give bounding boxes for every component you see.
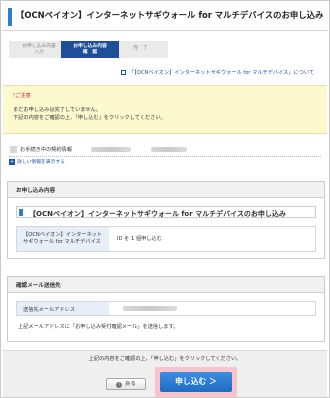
confirmation-mail-panel: 確認メール送信先 送信先メールアドレス 上記メールアドレスに「お申し込み受付確認… [7, 276, 325, 342]
application-details-panel: お申し込み内容 【OCNベイオン】インターネットサギウォール for マルチデバ… [7, 181, 325, 259]
plus-icon: + [9, 159, 15, 165]
email-row-key: 送信先メールアドレス [17, 302, 109, 315]
confirmation-section-title: 確認メール送信先 [8, 277, 324, 293]
title-accent-bar [8, 8, 12, 26]
notice-line1: まだお申し込みは完了していません。 [13, 107, 101, 113]
step-confirm: お申し込み内容 確 認 [61, 41, 119, 58]
window-icon [121, 69, 126, 75]
title-accent-bar [19, 209, 23, 216]
email-row: 送信先メールアドレス [16, 301, 316, 316]
redacted-value [91, 147, 131, 152]
service-info-link[interactable]: 「【OCNベイオン】インターネットサギウォール for マルチデバイス」について [121, 69, 325, 76]
footer-message: 上記の内容をご確認の上、「申し込む」をクリックしてください。 [88, 356, 242, 362]
page-title: 【OCNベイオン】インターネットサギウォール for マルチデバイスのお申し込み [16, 10, 324, 20]
back-button-label: 戻る [125, 381, 136, 387]
user-icon [10, 146, 17, 153]
product-title-text: 【OCNベイオン】インターネットサギウォール for マルチデバイスのお申し込み [29, 209, 286, 218]
contract-info-row: お手続き中の契約情報 [9, 143, 321, 157]
back-button[interactable]: ‹ 戻る [106, 378, 146, 390]
product-row-value: ID を 1 個申し込む [117, 236, 162, 242]
notice-heading: !ご注意 [13, 93, 31, 99]
product-row-key-line2: サギウォール for マルチデバイス [23, 239, 101, 245]
contract-info-label: お手続き中の契約情報 [20, 147, 72, 153]
product-row: 【OCNベイオン】インターネット サギウォール for マルチデバイス ID を… [16, 226, 316, 252]
progress-steps: お申し込み内容 入力 完 了 お申し込み内容 確 認 [9, 41, 169, 58]
page-header: 【OCNベイオン】インターネットサギウォール for マルチデバイスのお申し込み [2, 2, 328, 31]
notice-line2: 下記の内容をご確認の上、「申し込む」をクリックしてください。 [13, 115, 166, 121]
show-details-label[interactable]: 詳しい情報を表示する [17, 160, 65, 165]
footer-actions: 上記の内容をご確認の上、「申し込む」をクリックしてください。 ‹ 戻る 申し込む … [3, 350, 327, 397]
step-confirm-line2: 確 認 [82, 49, 98, 55]
show-details-link[interactable]: + 詳しい情報を表示する [9, 158, 65, 165]
notice-box: !ご注意 まだお申し込みは完了していません。 下記の内容をご確認の上、「申し込む… [3, 85, 327, 134]
step-complete-label: 完 了 [133, 46, 148, 51]
email-note: 上記メールアドレスに「お申し込み受付確認メール」を送信します。 [18, 324, 179, 330]
step-input-line2: 入力 [34, 49, 44, 55]
application-page: 【OCNベイオン】インターネットサギウォール for マルチデバイスのお申し込み… [0, 0, 330, 398]
redacted-value [151, 147, 187, 152]
product-title: 【OCNベイオン】インターネットサギウォール for マルチデバイスのお申し込み [16, 206, 316, 218]
service-info-link-text[interactable]: 「【OCNベイオン】インターネットサギウォール for マルチデバイス」について [129, 70, 314, 76]
application-section-title: お申し込み内容 [8, 182, 324, 198]
apply-button-highlight: 申し込む ＞ [155, 367, 237, 397]
step-input: お申し込み内容 入力 [9, 41, 69, 58]
redacted-email [123, 306, 177, 311]
product-row-key-line1: 【OCNベイオン】インターネット [23, 232, 103, 238]
chevron-left-icon: ‹ [116, 382, 123, 388]
apply-button[interactable]: 申し込む ＞ [160, 372, 232, 392]
product-row-key: 【OCNベイオン】インターネット サギウォール for マルチデバイス [17, 227, 109, 251]
step-complete: 完 了 [113, 41, 168, 58]
